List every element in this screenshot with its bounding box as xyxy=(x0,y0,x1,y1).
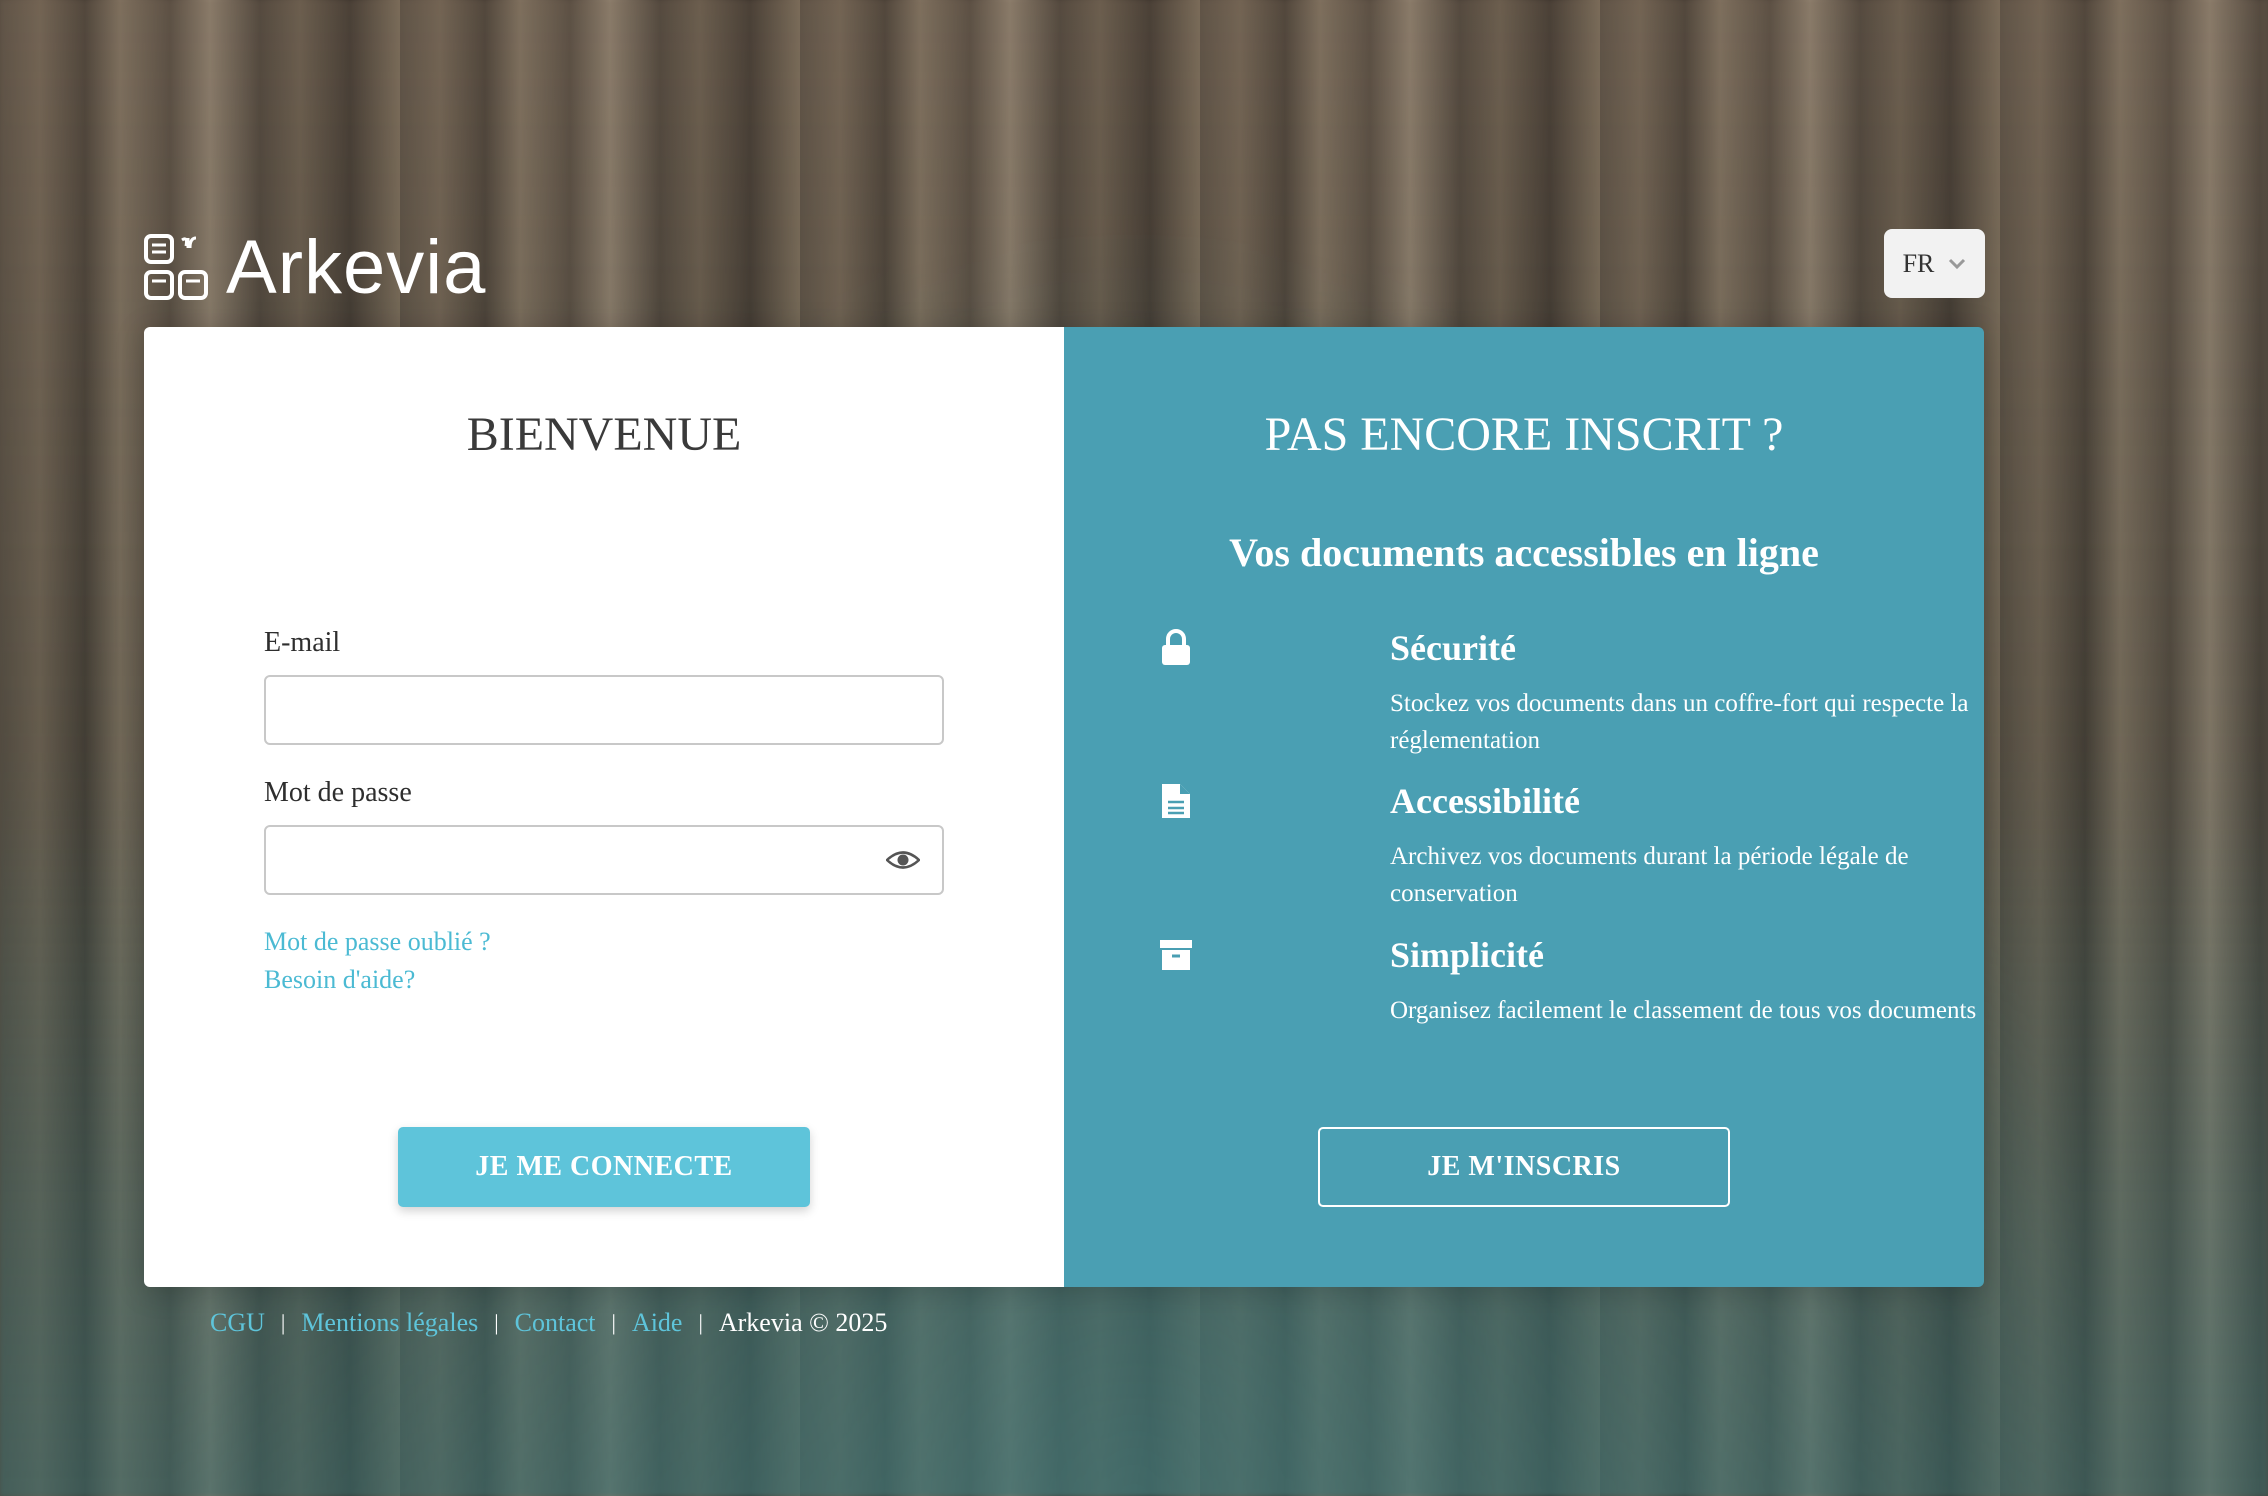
brand-logo[interactable]: Arkevia xyxy=(144,230,486,306)
login-button[interactable]: JE ME CONNECTE xyxy=(398,1127,810,1207)
language-select[interactable]: FR xyxy=(1884,229,1985,298)
email-field[interactable] xyxy=(264,675,944,745)
signup-subtitle: Vos documents accessibles en ligne xyxy=(1229,530,1819,575)
footer-link-help[interactable]: Aide xyxy=(632,1308,683,1338)
feature-description: Organisez facilement le classement de to… xyxy=(1390,997,1977,1024)
footer-divider: | xyxy=(280,1310,286,1335)
brand-name: Arkevia xyxy=(226,225,487,310)
login-title: BIENVENUE xyxy=(466,408,742,461)
footer-divider: | xyxy=(698,1310,703,1335)
feature-description: Stockez vos documents dans un coffre-for… xyxy=(1390,690,1969,754)
signup-title: PAS ENCORE INSCRIT ? xyxy=(1264,408,1784,461)
chevron-down-icon xyxy=(1949,258,1966,269)
language-value: FR xyxy=(1902,248,1935,278)
footer-link-contact[interactable]: Contact xyxy=(515,1308,596,1338)
footer-divider: | xyxy=(611,1310,616,1335)
footer-link-cgu[interactable]: CGU xyxy=(210,1308,265,1338)
document-icon xyxy=(1162,784,1190,818)
feature-title: Simplicité xyxy=(1390,935,1544,975)
email-label: E-mail xyxy=(264,627,341,658)
feature-title: Accessibilité xyxy=(1390,781,1580,821)
footer-link-legal[interactable]: Mentions légales xyxy=(301,1308,478,1338)
auth-card: BIENVENUE E-mail Mot de passe Mot de pas… xyxy=(144,327,1984,1287)
footer-divider: | xyxy=(494,1310,499,1335)
password-field[interactable] xyxy=(264,825,944,895)
feature-title: Sécurité xyxy=(1390,628,1516,668)
copyright-text: Arkevia © 2025 xyxy=(718,1308,888,1337)
need-help-link[interactable]: Besoin d'aide? xyxy=(264,965,415,995)
logo-mark-icon xyxy=(144,234,208,300)
archive-box-icon xyxy=(1160,940,1192,970)
feature-description: Archivez vos documents durant la période… xyxy=(1390,843,1909,907)
show-password-eye-icon[interactable] xyxy=(886,849,920,871)
forgot-password-link[interactable]: Mot de passe oublié ? xyxy=(264,927,491,957)
lock-icon xyxy=(1162,629,1190,665)
signup-button[interactable]: JE M'INSCRIS xyxy=(1318,1127,1730,1207)
signup-panel: PAS ENCORE INSCRIT ? Vos documents acces… xyxy=(1064,327,1984,1287)
password-label: Mot de passe xyxy=(264,777,412,808)
footer: CGU | Mentions légales | Contact | Aide … xyxy=(210,1308,887,1338)
login-panel: BIENVENUE E-mail Mot de passe Mot de pas… xyxy=(144,327,1064,1287)
